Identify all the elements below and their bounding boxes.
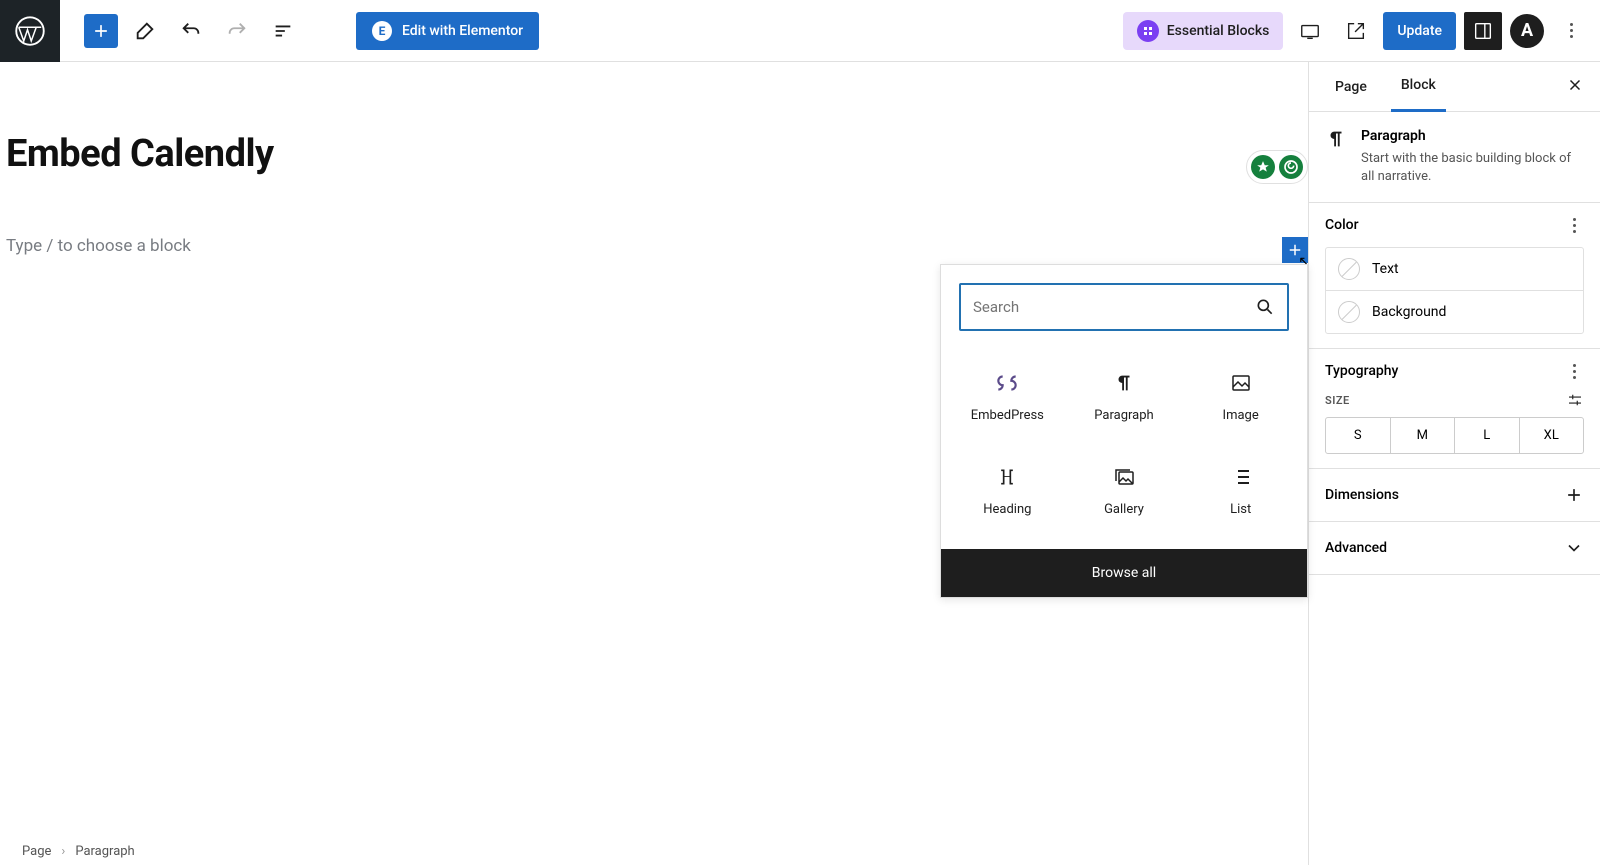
- top-toolbar: E Edit with Elementor Essential Blocks U…: [0, 0, 1600, 62]
- sliders-icon[interactable]: [1566, 391, 1584, 409]
- breadcrumb-current[interactable]: Paragraph: [75, 844, 134, 859]
- block-inserter-popover: EmbedPress Paragraph Image Heading Galle…: [940, 264, 1308, 598]
- block-name: Paragraph: [1361, 128, 1584, 144]
- list-icon: [1228, 464, 1254, 490]
- block-description: Start with the basic building block of a…: [1361, 150, 1584, 186]
- image-icon: [1228, 370, 1254, 396]
- close-sidebar-button[interactable]: [1566, 76, 1584, 98]
- essential-blocks-label: Essential Blocks: [1167, 23, 1270, 39]
- color-background-label: Background: [1372, 304, 1446, 320]
- essential-blocks-button[interactable]: Essential Blocks: [1123, 12, 1284, 50]
- block-label: Gallery: [1104, 502, 1144, 517]
- breadcrumb-root[interactable]: Page: [22, 844, 51, 859]
- editor-canvas: Embed Calendly Type / to choose a block …: [0, 62, 1308, 865]
- typography-panel: Typography SIZE S M L XL: [1309, 349, 1600, 469]
- paragraph-icon: [1325, 128, 1347, 186]
- color-options-button[interactable]: [1564, 218, 1584, 233]
- color-swatch-empty-icon: [1338, 258, 1360, 280]
- astra-button[interactable]: A: [1510, 14, 1544, 48]
- edit-with-elementor-button[interactable]: E Edit with Elementor: [356, 12, 539, 50]
- elementor-icon: E: [372, 21, 392, 41]
- block-gallery[interactable]: Gallery: [1066, 443, 1183, 537]
- block-info: Paragraph Start with the basic building …: [1309, 112, 1600, 203]
- block-heading[interactable]: Heading: [949, 443, 1066, 537]
- tab-page[interactable]: Page: [1325, 62, 1377, 112]
- block-label: Image: [1223, 408, 1259, 423]
- plus-icon: [1564, 485, 1584, 505]
- settings-toggle-button[interactable]: [1464, 12, 1502, 50]
- typography-options-button[interactable]: [1564, 364, 1584, 379]
- color-swatch-empty-icon: [1338, 301, 1360, 323]
- size-xl[interactable]: XL: [1519, 418, 1584, 453]
- tools-button[interactable]: [126, 12, 164, 50]
- block-label: EmbedPress: [971, 408, 1044, 423]
- size-l[interactable]: L: [1454, 418, 1519, 453]
- update-button[interactable]: Update: [1383, 12, 1456, 50]
- settings-sidebar: Page Block Paragraph Start with the basi…: [1308, 62, 1600, 865]
- color-title: Color: [1325, 217, 1359, 233]
- gallery-icon: [1111, 464, 1137, 490]
- dimensions-title: Dimensions: [1325, 487, 1399, 503]
- block-label: Paragraph: [1094, 408, 1153, 423]
- elementor-label: Edit with Elementor: [402, 23, 523, 39]
- document-overview-button[interactable]: [264, 12, 302, 50]
- block-label: Heading: [983, 502, 1031, 517]
- size-label: SIZE: [1325, 394, 1350, 407]
- size-options: S M L XL: [1325, 417, 1584, 454]
- color-text-label: Text: [1372, 261, 1399, 277]
- tab-block[interactable]: Block: [1391, 62, 1446, 112]
- grammarly-icon: [1251, 155, 1275, 179]
- heading-icon: [994, 464, 1020, 490]
- chevron-right-icon: ›: [61, 844, 65, 859]
- more-vertical-icon: [1561, 23, 1581, 38]
- preview-button[interactable]: [1337, 12, 1375, 50]
- block-image[interactable]: Image: [1182, 349, 1299, 443]
- grammarly-status-icon: [1279, 155, 1303, 179]
- block-placeholder[interactable]: Type / to choose a block: [6, 236, 1302, 256]
- browse-all-button[interactable]: Browse all: [941, 549, 1307, 597]
- embedpress-icon: [994, 370, 1020, 396]
- typography-title: Typography: [1325, 363, 1398, 379]
- advanced-title: Advanced: [1325, 540, 1387, 556]
- grammarly-widget[interactable]: [1246, 150, 1308, 184]
- color-panel: Color Text Background: [1309, 203, 1600, 349]
- options-button[interactable]: [1552, 12, 1590, 50]
- size-s[interactable]: S: [1326, 418, 1390, 453]
- wordpress-logo[interactable]: [0, 0, 60, 62]
- dimensions-panel-toggle[interactable]: Dimensions: [1309, 469, 1600, 522]
- block-paragraph[interactable]: Paragraph: [1066, 349, 1183, 443]
- update-label: Update: [1397, 23, 1442, 39]
- paragraph-icon: [1111, 370, 1137, 396]
- page-title[interactable]: Embed Calendly: [6, 132, 1302, 176]
- block-list[interactable]: List: [1182, 443, 1299, 537]
- breadcrumb: Page › Paragraph: [22, 844, 135, 859]
- color-text-button[interactable]: Text: [1326, 248, 1583, 290]
- toggle-block-inserter-button[interactable]: [84, 14, 118, 48]
- undo-button[interactable]: [172, 12, 210, 50]
- color-background-button[interactable]: Background: [1326, 290, 1583, 333]
- close-icon: [1566, 76, 1584, 94]
- advanced-panel-toggle[interactable]: Advanced: [1309, 522, 1600, 575]
- inserter-search: [959, 283, 1289, 331]
- block-embedpress[interactable]: EmbedPress: [949, 349, 1066, 443]
- essential-blocks-icon: [1137, 20, 1159, 42]
- chevron-down-icon: [1564, 538, 1584, 558]
- astra-label: A: [1521, 20, 1533, 41]
- view-button[interactable]: [1291, 12, 1329, 50]
- size-m[interactable]: M: [1390, 418, 1455, 453]
- redo-button[interactable]: [218, 12, 256, 50]
- browse-all-label: Browse all: [1092, 565, 1156, 581]
- block-label: List: [1230, 502, 1251, 517]
- search-input[interactable]: [973, 298, 1255, 316]
- search-icon: [1255, 297, 1275, 317]
